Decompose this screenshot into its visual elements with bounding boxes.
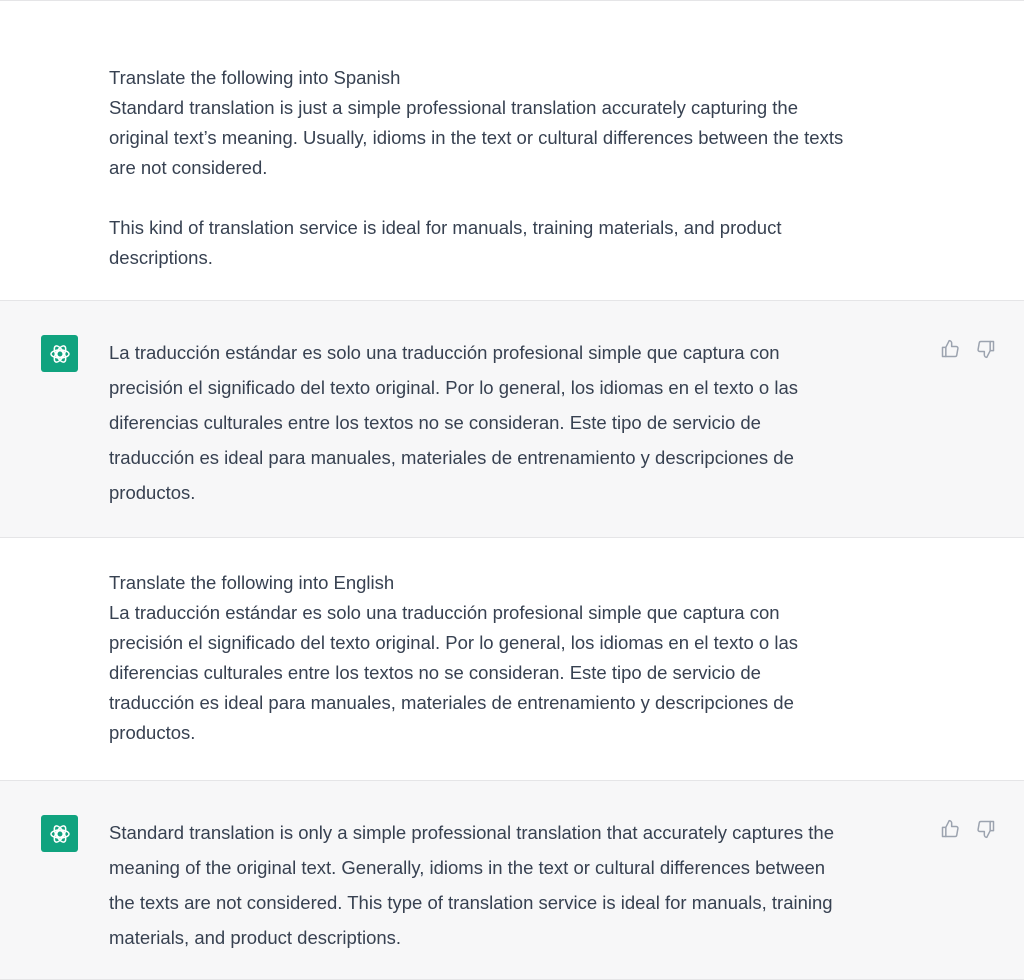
openai-logo-icon xyxy=(49,344,70,363)
openai-logo-icon xyxy=(49,824,70,843)
assistant-avatar xyxy=(41,815,78,852)
chat-thread: Translate the following into Spanish Sta… xyxy=(0,0,1024,980)
thumbs-down-button[interactable] xyxy=(974,337,998,361)
user-message-text: Translate the following into Spanish Sta… xyxy=(109,67,844,268)
assistant-message-text: La traducción estándar es solo una tradu… xyxy=(109,342,798,503)
assistant-message: Standard translation is only a simple pr… xyxy=(0,780,1024,980)
thumbs-up-button[interactable] xyxy=(938,337,962,361)
thumbs-up-button[interactable] xyxy=(938,817,962,841)
user-message-text: Translate the following into English La … xyxy=(109,572,798,743)
thumbs-up-icon xyxy=(941,339,959,358)
user-message: Translate the following into Spanish Sta… xyxy=(0,0,1024,300)
thumbs-down-icon xyxy=(977,340,995,359)
feedback-actions xyxy=(938,817,998,841)
assistant-message-text: Standard translation is only a simple pr… xyxy=(109,822,834,948)
assistant-message: La traducción estándar es solo una tradu… xyxy=(0,300,1024,538)
user-message: Translate the following into English La … xyxy=(0,538,1024,780)
assistant-avatar xyxy=(41,335,78,372)
feedback-actions xyxy=(938,337,998,361)
thumbs-down-icon xyxy=(977,820,995,839)
thumbs-down-button[interactable] xyxy=(974,817,998,841)
thumbs-up-icon xyxy=(941,819,959,838)
